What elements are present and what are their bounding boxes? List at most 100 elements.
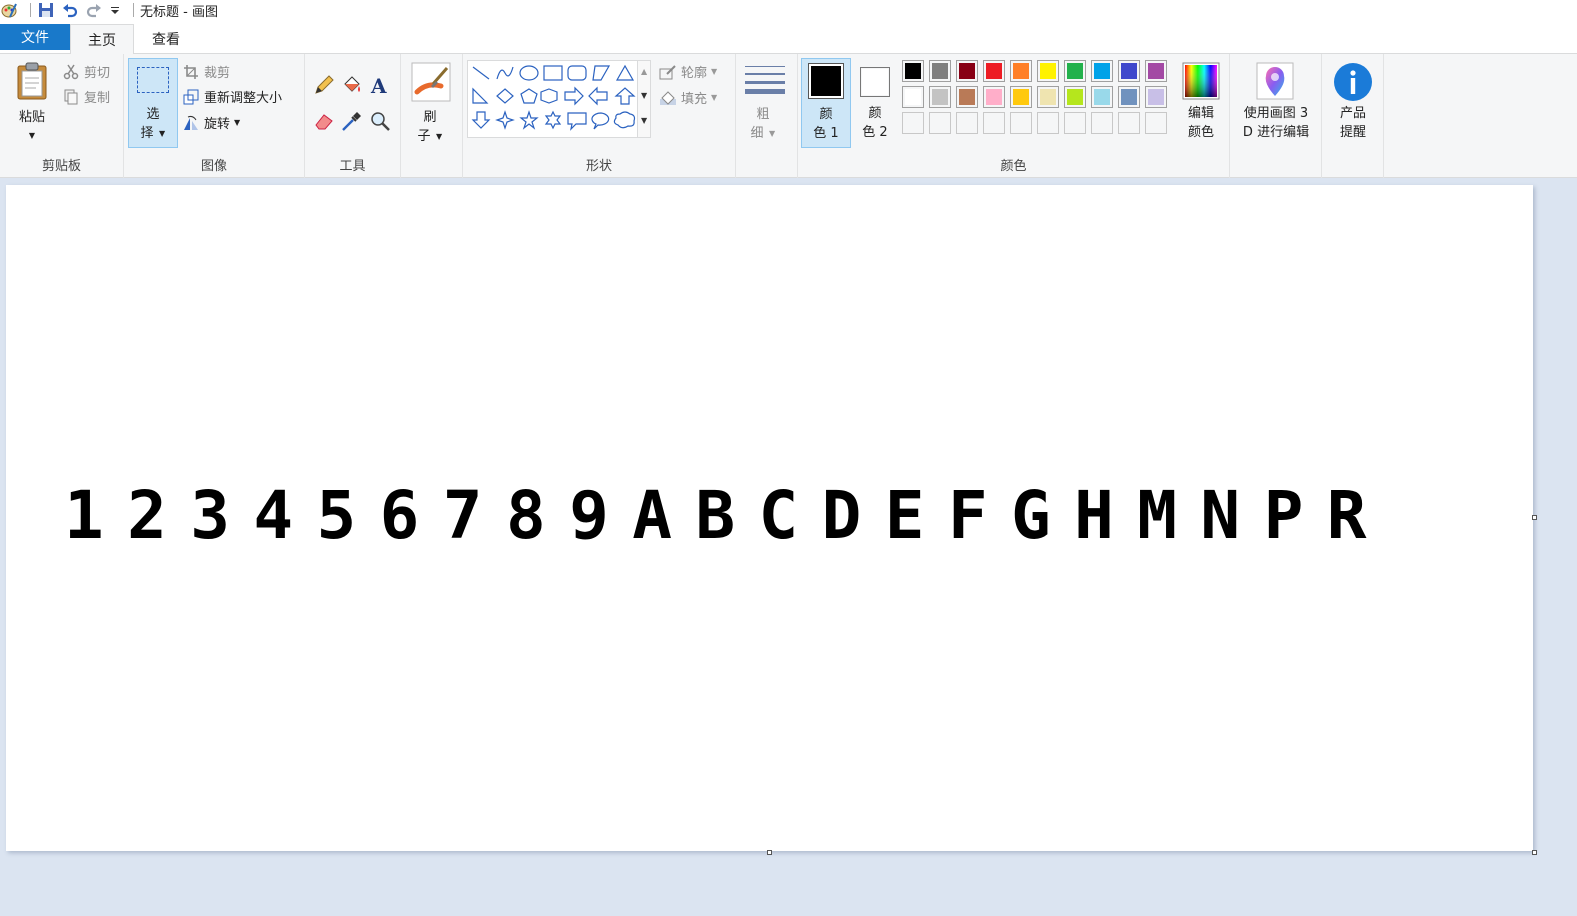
palette-custom-slot[interactable] — [1091, 112, 1113, 134]
size-dropdown-icon[interactable]: ▼ — [769, 129, 775, 138]
palette-swatch[interactable] — [1064, 60, 1086, 82]
tab-file[interactable]: 文件 — [0, 24, 70, 50]
shape-up-arrow-icon[interactable] — [614, 87, 636, 105]
shapes-scroll-down-icon[interactable]: ▼ — [641, 91, 647, 100]
palette-swatch[interactable] — [902, 60, 924, 82]
shape-four-point-star-icon[interactable] — [495, 110, 515, 130]
shape-cloud-callout-icon[interactable] — [613, 111, 636, 129]
select-button[interactable]: 选 择 ▼ — [128, 58, 178, 148]
palette-swatch[interactable] — [956, 86, 978, 108]
eraser-icon[interactable] — [313, 110, 335, 132]
tab-home[interactable]: 主页 — [70, 24, 134, 54]
palette-swatch[interactable] — [1037, 86, 1059, 108]
shape-rectangle-icon[interactable] — [543, 65, 563, 81]
shape-oval-icon[interactable] — [519, 65, 539, 81]
outline-dropdown-icon[interactable]: ▼ — [711, 67, 717, 76]
palette-custom-slot[interactable] — [956, 112, 978, 134]
undo-icon[interactable] — [61, 1, 79, 19]
palette-swatch[interactable] — [1091, 86, 1113, 108]
shape-pentagon-icon[interactable] — [520, 88, 538, 104]
brushes-dropdown-icon[interactable]: ▼ — [436, 132, 442, 141]
shape-oval-callout-icon[interactable] — [591, 112, 610, 130]
palette-swatch[interactable] — [1010, 60, 1032, 82]
shapes-more-icon[interactable]: ▼ — [641, 116, 647, 125]
palette-custom-slot[interactable] — [1064, 112, 1086, 134]
text-icon[interactable]: A — [369, 74, 391, 96]
shapes-scroll-up-icon[interactable]: ▲ — [641, 67, 647, 76]
shape-rounded-rectangle-icon[interactable] — [567, 65, 587, 81]
brushes-button[interactable]: 刷 子 ▼ — [407, 58, 457, 154]
palette-custom-slot[interactable] — [1037, 112, 1059, 134]
product-alert-button[interactable]: 产品 提醒 — [1326, 58, 1380, 150]
tab-view[interactable]: 查看 — [134, 24, 198, 54]
copy-button[interactable]: 复制 — [62, 87, 110, 106]
edit-colors-label-2: 颜色 — [1187, 125, 1214, 140]
crop-button[interactable]: 裁剪 — [182, 62, 230, 81]
shape-triangle-icon[interactable] — [615, 64, 635, 81]
palette-custom-slot[interactable] — [983, 112, 1005, 134]
fill-button[interactable]: 填充 ▼ — [659, 88, 717, 107]
save-icon[interactable] — [37, 1, 55, 19]
fill-bucket-icon[interactable] — [341, 74, 363, 96]
shape-five-point-star-icon[interactable] — [519, 110, 539, 130]
palette-swatch[interactable] — [1064, 86, 1086, 108]
palette-swatch[interactable] — [956, 60, 978, 82]
outline-button[interactable]: 轮廓 ▼ — [659, 62, 717, 81]
color-picker-icon[interactable] — [341, 110, 363, 132]
edit-colors-button[interactable]: 编辑 颜色 — [1176, 58, 1226, 148]
drawing-canvas[interactable]: 123456789ABCDEFGHMNPR — [6, 185, 1533, 851]
rotate-button[interactable]: 旋转 ▼ — [182, 113, 240, 132]
shape-six-point-star-icon[interactable] — [544, 110, 562, 130]
line-width-icon — [745, 66, 785, 94]
shape-right-triangle-icon[interactable] — [472, 87, 489, 104]
palette-swatch[interactable] — [1091, 60, 1113, 82]
palette-swatch[interactable] — [902, 86, 924, 108]
shape-curve-icon[interactable] — [496, 66, 514, 80]
palette-swatch[interactable] — [983, 60, 1005, 82]
palette-custom-slot[interactable] — [929, 112, 951, 134]
select-dropdown-icon[interactable]: ▼ — [159, 129, 165, 138]
shape-polygon-icon[interactable] — [592, 65, 611, 81]
color2-button[interactable]: 颜 色 2 — [854, 58, 898, 148]
fill-dropdown-icon[interactable]: ▼ — [711, 93, 717, 102]
palette-swatch[interactable] — [1037, 60, 1059, 82]
palette-custom-slot[interactable] — [902, 112, 924, 134]
paste-button[interactable]: 粘贴 ▼ — [8, 58, 56, 148]
fill-label: 填充 — [681, 92, 708, 107]
palette-custom-slot[interactable] — [1010, 112, 1032, 134]
resize-handle-bottom[interactable] — [767, 850, 772, 855]
paste-dropdown-icon[interactable]: ▼ — [8, 126, 56, 145]
palette-swatch[interactable] — [1118, 86, 1140, 108]
rotate-dropdown-icon[interactable]: ▼ — [234, 118, 240, 127]
shape-rect-callout-icon[interactable] — [567, 112, 587, 131]
customize-dropdown-icon[interactable] — [109, 1, 121, 19]
palette-swatch[interactable] — [1118, 60, 1140, 82]
shape-line-icon[interactable] — [472, 66, 490, 80]
resize-handle-right[interactable] — [1532, 515, 1537, 520]
palette-swatch[interactable] — [1010, 86, 1032, 108]
edit-with-paint3d-button[interactable]: 使用画图 3 D 进行编辑 — [1232, 58, 1320, 150]
redo-icon[interactable] — [85, 1, 103, 19]
shapes-scrollbar[interactable]: ▲ ▼ ▼ — [637, 61, 650, 137]
palette-custom-slot[interactable] — [1118, 112, 1140, 134]
color-palette — [902, 60, 1174, 142]
palette-swatch[interactable] — [1145, 86, 1167, 108]
pencil-icon[interactable] — [313, 74, 335, 96]
palette-swatch[interactable] — [1145, 60, 1167, 82]
palette-swatch[interactable] — [929, 60, 951, 82]
shape-right-arrow-icon[interactable] — [564, 86, 584, 106]
color1-button[interactable]: 颜 色 1 — [801, 58, 851, 148]
shape-left-arrow-icon[interactable] — [588, 86, 608, 106]
shape-hexagon-icon[interactable] — [540, 88, 558, 104]
palette-swatch[interactable] — [983, 86, 1005, 108]
cut-button[interactable]: 剪切 — [62, 62, 110, 81]
size-button[interactable]: 粗 细 ▼ — [742, 60, 790, 150]
paint-app-icon[interactable] — [0, 1, 18, 19]
shape-diamond-icon[interactable] — [496, 88, 514, 104]
resize-button[interactable]: 重新调整大小 — [182, 87, 282, 106]
magnifier-icon[interactable] — [369, 110, 391, 132]
shape-down-arrow-icon[interactable] — [471, 111, 491, 129]
palette-swatch[interactable] — [929, 86, 951, 108]
resize-handle-corner[interactable] — [1532, 850, 1537, 855]
palette-custom-slot[interactable] — [1145, 112, 1167, 134]
